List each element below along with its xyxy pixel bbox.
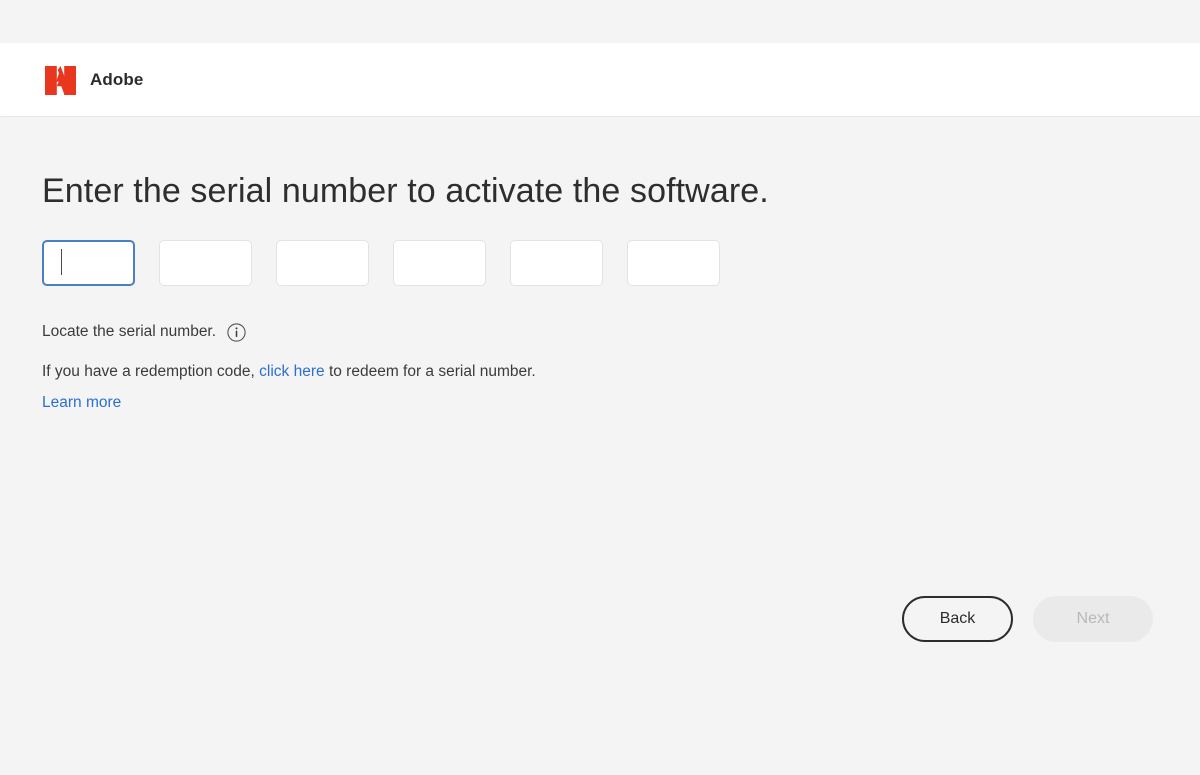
serial-number-field-group [42,240,720,286]
serial-input-6[interactable] [627,240,720,286]
redemption-code-text: If you have a redemption code, click her… [42,361,536,382]
back-button[interactable]: Back [902,596,1013,642]
serial-input-3[interactable] [276,240,369,286]
serial-input-1[interactable] [42,240,135,286]
learn-more-link[interactable]: Learn more [42,392,121,413]
adobe-wordmark: Adobe [90,68,143,92]
click-here-link[interactable]: click here [259,363,324,380]
adobe-logo-icon [45,66,76,95]
text-caret [61,249,62,275]
adobe-activation-window: Adobe Enter the serial number to activat… [0,0,1200,775]
next-button[interactable]: Next [1033,596,1153,642]
locate-serial-row: Locate the serial number. [42,322,246,342]
serial-input-2[interactable] [159,240,252,286]
redemption-suffix: to redeem for a serial number. [329,363,536,380]
locate-serial-label: Locate the serial number. [42,322,216,342]
window-titlebar [0,0,1200,43]
app-header: Adobe [0,43,1200,117]
info-circle-icon[interactable] [227,323,246,342]
redemption-prefix: If you have a redemption code, [42,363,255,380]
footer-actions: Back Next [0,596,1200,656]
serial-input-5[interactable] [510,240,603,286]
serial-input-4[interactable] [393,240,486,286]
page-title: Enter the serial number to activate the … [42,172,769,211]
content-area: Enter the serial number to activate the … [0,118,1200,775]
